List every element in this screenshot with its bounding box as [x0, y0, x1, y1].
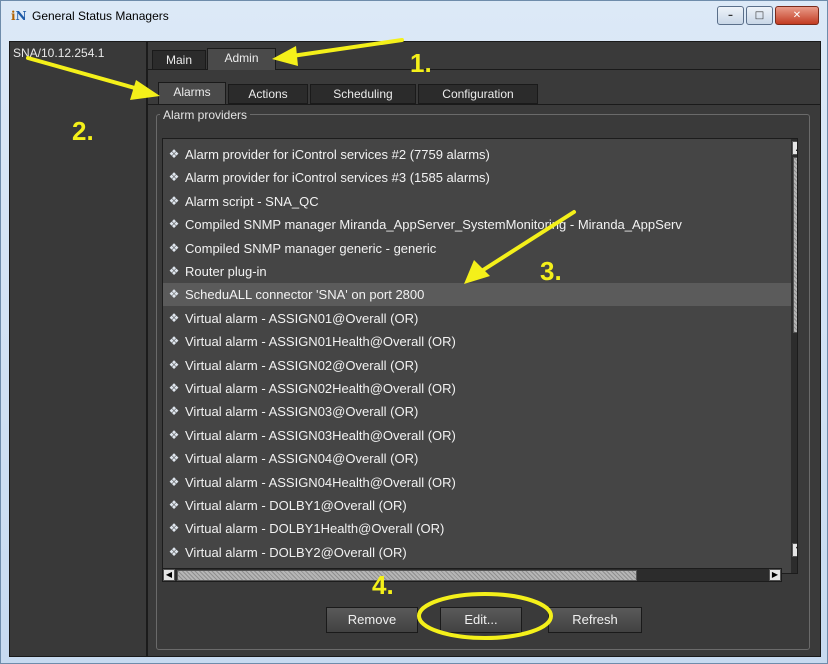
scroll-left-icon[interactable]: ◀ [163, 569, 175, 581]
vertical-scroll-thumb[interactable] [793, 157, 797, 333]
sub-tab-divider [148, 104, 820, 105]
alarm-provider-list[interactable]: ❖ Alarm provider for iControl services #2… [162, 138, 798, 574]
tab-actions[interactable]: Actions [228, 84, 308, 104]
list-item-label: Router plug-in [185, 264, 267, 279]
app-window: iN General Status Managers – □ ✕ SNA/10.… [0, 0, 828, 664]
app-logo-icon: iN [11, 9, 27, 23]
window-title: General Status Managers [32, 9, 169, 23]
annotation-step2: 2. [72, 116, 94, 146]
list-item[interactable]: ❖ Virtual alarm - ASSIGN04@Overall (OR) [163, 447, 791, 470]
list-item-label: Virtual alarm - DOLBY2@Overall (OR) [185, 544, 407, 560]
list-item-label: ScheduALL connector 'SNA' on port 2800 [185, 287, 425, 303]
provider-icon: ❖ [168, 240, 180, 255]
list-item[interactable]: ❖ Virtual alarm - ASSIGN01@Overall (OR) [163, 307, 791, 330]
list-item[interactable]: ❖ Alarm provider for iControl services #2… [163, 143, 791, 166]
list-item-label: Compiled SNMP manager generic - generic [185, 240, 437, 256]
list-item[interactable]: ❖ Compiled SNMP manager generic - generic [163, 237, 791, 260]
provider-icon: ❖ [168, 310, 180, 325]
content-panel: Main Admin Alarms Actions Scheduling Con… [148, 42, 820, 656]
provider-icon: ❖ [168, 193, 180, 208]
list-item[interactable]: ❖ Virtual alarm - DOLBY1Health@Overall (O… [163, 517, 791, 540]
tab-admin[interactable]: Admin [207, 48, 276, 70]
vertical-scrollbar[interactable]: ▲ ▼ [791, 139, 797, 573]
list-item-label: Virtual alarm - ASSIGN03Health@Overall (… [185, 427, 456, 443]
list-item[interactable]: ❖ Virtual alarm - ASSIGN02@Overall (OR) [163, 354, 791, 377]
maximize-button[interactable]: □ [746, 6, 773, 25]
list-item-label: Virtual alarm - DOLBY1@Overall (OR) [185, 498, 407, 513]
provider-icon: ❖ [168, 544, 180, 559]
list-item[interactable]: ❖ Virtual alarm - ASSIGN02Health@Overall … [163, 377, 791, 400]
list-item-label: Virtual alarm - ASSIGN04Health@Overall (… [185, 474, 456, 490]
remove-button[interactable]: Remove [326, 607, 418, 633]
list-item[interactable]: ❖ Virtual alarm - ASSIGN03@Overall (OR) [163, 400, 791, 423]
annotation-step4: 4. [372, 570, 394, 600]
horizontal-scroll-thumb[interactable] [177, 570, 637, 581]
provider-icon: ❖ [168, 147, 180, 161]
provider-icon: ❖ [168, 287, 180, 302]
list-item[interactable]: ❖ Virtual alarm - ASSIGN04Health@Overall … [163, 471, 791, 494]
server-label[interactable]: SNA/10.12.254.1 [13, 46, 104, 60]
list-item[interactable]: ❖ Alarm script - SNA_QC [163, 190, 791, 213]
horizontal-scrollbar[interactable]: ◀ ▶ [162, 568, 782, 582]
tab-configuration[interactable]: Configuration [418, 84, 538, 104]
list-item-label: Virtual alarm - ASSIGN01Health@Overall (… [185, 334, 456, 350]
list-item[interactable]: ❖ Virtual alarm - ASSIGN01Health@Overall … [163, 330, 791, 353]
provider-icon: ❖ [168, 381, 180, 395]
refresh-button[interactable]: Refresh [548, 607, 642, 633]
list-item-label: Virtual alarm - ASSIGN01@Overall (OR) [185, 310, 419, 326]
list-item[interactable]: ❖ Compiled SNMP manager Miranda_AppServer… [163, 213, 791, 236]
list-item-label: Virtual alarm - ASSIGN03@Overall (OR) [185, 404, 419, 420]
provider-icon: ❖ [168, 474, 180, 489]
minimize-button[interactable]: – [717, 6, 744, 25]
list-item[interactable]: ❖ Virtual alarm - ASSIGN03Health@Overall … [163, 424, 791, 447]
close-button[interactable]: ✕ [775, 6, 819, 25]
list-item[interactable]: ❖ Alarm provider for iControl services #3… [163, 166, 791, 189]
provider-icon: ❖ [168, 264, 180, 278]
scroll-up-icon[interactable]: ▲ [792, 141, 797, 155]
tab-alarms[interactable]: Alarms [158, 82, 226, 104]
list-item-label: Compiled SNMP manager Miranda_AppServer_… [185, 217, 682, 233]
provider-icon: ❖ [168, 404, 180, 419]
provider-icon: ❖ [168, 170, 180, 185]
annotation-step1: 1. [410, 48, 432, 78]
scroll-down-icon[interactable]: ▼ [792, 543, 797, 557]
list-item[interactable]: ❖ Virtual alarm - DOLBY2@Overall (OR) [163, 541, 791, 564]
tab-scheduling[interactable]: Scheduling [310, 84, 416, 104]
provider-icon: ❖ [168, 334, 180, 349]
client-area: SNA/10.12.254.1 Main Admin Alarms Action… [9, 41, 821, 657]
list-item-label: Alarm provider for iControl services #3 … [185, 170, 490, 186]
list-item-label: Virtual alarm - ASSIGN02Health@Overall (… [185, 381, 456, 396]
list-item[interactable]: ❖ Router plug-in [163, 260, 791, 283]
list-item[interactable]: ❖ Virtual alarm - DOLBY1@Overall (OR) [163, 494, 791, 517]
list-item-label: Virtual alarm - ASSIGN02@Overall (OR) [185, 357, 419, 373]
group-title: Alarm providers [160, 108, 251, 122]
provider-icon: ❖ [168, 451, 180, 466]
provider-icon: ❖ [168, 498, 180, 512]
provider-icon: ❖ [168, 357, 180, 372]
list-item-label: Alarm script - SNA_QC [185, 193, 319, 209]
title-bar[interactable]: iN General Status Managers – □ ✕ [1, 1, 827, 41]
edit-button[interactable]: Edit... [440, 607, 522, 633]
scroll-right-icon[interactable]: ▶ [769, 569, 781, 581]
list-item-label: Alarm provider for iControl services #2 … [185, 147, 490, 162]
provider-icon: ❖ [168, 427, 180, 442]
list-item-label: Virtual alarm - ASSIGN04@Overall (OR) [185, 451, 419, 467]
annotation-step3: 3. [540, 256, 562, 286]
provider-icon: ❖ [168, 521, 180, 536]
tab-main[interactable]: Main [152, 50, 206, 70]
list-item-label: Virtual alarm - DOLBY1Health@Overall (OR… [185, 521, 445, 537]
list-item[interactable]: ❖ ScheduALL connector 'SNA' on port 2800 [163, 283, 791, 307]
provider-icon: ❖ [168, 217, 180, 232]
